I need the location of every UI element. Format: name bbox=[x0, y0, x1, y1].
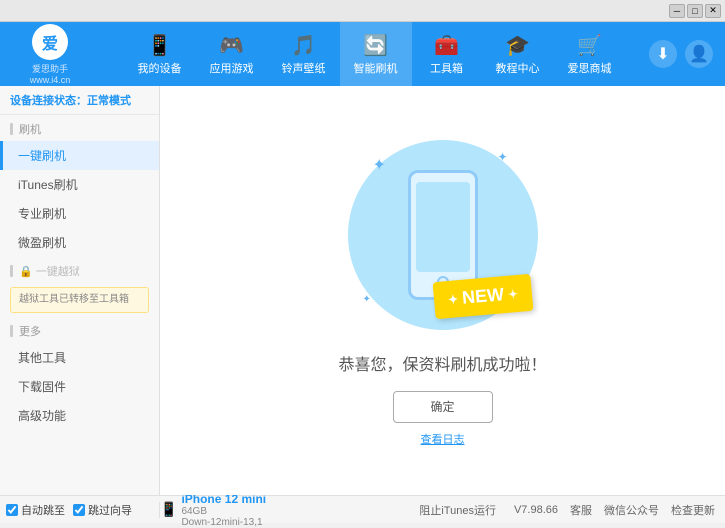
sidebar: 设备连接状态：正常模式 刷机 一键刷机 iTunes刷机 专业刷机 微盈刷机 🔒… bbox=[0, 86, 160, 495]
sidebar-itunes-flash[interactable]: iTunes刷机 bbox=[0, 170, 159, 199]
customer-service-link[interactable]: 客服 bbox=[570, 502, 592, 518]
download-btn[interactable]: ⬇ bbox=[649, 40, 677, 68]
itunes-status: 阻止iTunes运行 bbox=[413, 502, 502, 518]
nav-items: 📱 我的设备 🎮 应用游戏 🎵 铃声壁纸 🔄 智能刷机 🧰 工具箱 🎓 教程中心… bbox=[100, 22, 649, 86]
phone-screen bbox=[416, 182, 470, 272]
bottom-bar: 自动跳至 跳过向导 📱 iPhone 12 mini 64GB Down-12m… bbox=[0, 495, 725, 523]
device-text: iPhone 12 mini 64GB Down-12mini-13,1 bbox=[181, 492, 266, 528]
sidebar-other-tools[interactable]: 其他工具 bbox=[0, 343, 159, 372]
status-bar-top: 设备连接状态：正常模式 bbox=[0, 86, 159, 115]
toolbox-icon: 🧰 bbox=[434, 33, 459, 58]
version-text: V7.98.66 bbox=[514, 504, 558, 516]
skip-wizard-input[interactable] bbox=[73, 504, 85, 516]
star-2: ✦ bbox=[497, 150, 507, 164]
nav-store[interactable]: 🛒 爱思商城 bbox=[554, 22, 626, 86]
jailbreak-warning: 越狱工具已转移至工具箱 bbox=[10, 287, 149, 313]
nav-my-device[interactable]: 📱 我的设备 bbox=[124, 22, 196, 86]
device-info-row: 📱 iPhone 12 mini 64GB Down-12mini-13,1 bbox=[160, 496, 266, 523]
view-log-link[interactable]: 查看日志 bbox=[421, 431, 465, 447]
status-label: 设备连接状态： bbox=[10, 95, 87, 107]
sidebar-micro-flash[interactable]: 微盈刷机 bbox=[0, 228, 159, 257]
nav-ringtones[interactable]: 🎵 铃声壁纸 bbox=[268, 22, 340, 86]
bottom-left: 自动跳至 跳过向导 bbox=[0, 502, 160, 518]
nav-smart-flash-label: 智能刷机 bbox=[354, 60, 398, 76]
user-btn[interactable]: 👤 bbox=[685, 40, 713, 68]
tutorials-icon: 🎓 bbox=[505, 33, 530, 58]
logo-icon: 爱 bbox=[32, 24, 68, 60]
nav-toolbox-label: 工具箱 bbox=[430, 60, 463, 76]
phone-illustration: ✦ ✦ ✦ NEW bbox=[343, 135, 543, 335]
section-label-jailbreak: 🔒 一键越狱 bbox=[0, 257, 159, 283]
nav-right: ⬇ 👤 bbox=[649, 40, 725, 68]
nav-toolbox[interactable]: 🧰 工具箱 bbox=[412, 22, 482, 86]
logo-line2: www.i4.cn bbox=[30, 75, 71, 85]
nav-apps-games[interactable]: 🎮 应用游戏 bbox=[196, 22, 268, 86]
check-update-link[interactable]: 检查更新 bbox=[671, 502, 715, 518]
my-device-icon: 📱 bbox=[147, 33, 172, 58]
device-firmware: Down-12mini-13,1 bbox=[181, 517, 266, 528]
minimize-btn[interactable]: ─ bbox=[669, 4, 685, 18]
content-area: ✦ ✦ ✦ NEW 恭喜您，保资料刷机成功啦！ 确定 查看日志 bbox=[160, 86, 725, 495]
store-icon: 🛒 bbox=[577, 33, 602, 58]
bottom-right: 阻止iTunes运行 V7.98.66 客服 微信公众号 检查更新 bbox=[266, 502, 725, 518]
nav-ringtones-label: 铃声壁纸 bbox=[282, 60, 326, 76]
status-value: 正常模式 bbox=[87, 95, 131, 107]
confirm-button[interactable]: 确定 bbox=[393, 391, 493, 423]
section-label-more: 更多 bbox=[0, 317, 159, 343]
nav-store-label: 爱思商城 bbox=[568, 60, 612, 76]
auto-jump-input[interactable] bbox=[6, 504, 18, 516]
star-3: ✦ bbox=[363, 294, 371, 305]
sidebar-advanced[interactable]: 高级功能 bbox=[0, 401, 159, 430]
nav-tutorials[interactable]: 🎓 教程中心 bbox=[482, 22, 554, 86]
sidebar-pro-flash[interactable]: 专业刷机 bbox=[0, 199, 159, 228]
nav-apps-games-label: 应用游戏 bbox=[210, 60, 254, 76]
new-badge: NEW bbox=[433, 273, 534, 318]
nav-my-device-label: 我的设备 bbox=[138, 60, 182, 76]
close-btn[interactable]: ✕ bbox=[705, 4, 721, 18]
device-capacity: 64GB bbox=[181, 506, 266, 517]
header: 爱 爱思助手 www.i4.cn 📱 我的设备 🎮 应用游戏 🎵 铃声壁纸 🔄 … bbox=[0, 22, 725, 86]
title-bar: ─ □ ✕ bbox=[0, 0, 725, 22]
logo-area: 爱 爱思助手 www.i4.cn bbox=[0, 24, 100, 85]
sidebar-download-firmware[interactable]: 下载固件 bbox=[0, 372, 159, 401]
skip-wizard-checkbox[interactable]: 跳过向导 bbox=[73, 502, 132, 518]
auto-jump-checkbox[interactable]: 自动跳至 bbox=[6, 502, 65, 518]
apps-games-icon: 🎮 bbox=[219, 33, 244, 58]
star-1: ✦ bbox=[373, 155, 386, 175]
nav-smart-flash[interactable]: 🔄 智能刷机 bbox=[340, 22, 412, 86]
sidebar-one-click-flash[interactable]: 一键刷机 bbox=[0, 141, 159, 170]
device-phone-icon: 📱 bbox=[160, 501, 177, 518]
nav-tutorials-label: 教程中心 bbox=[496, 60, 540, 76]
success-text: 恭喜您，保资料刷机成功啦！ bbox=[338, 351, 546, 375]
smart-flash-icon: 🔄 bbox=[363, 33, 388, 58]
section-label-flash: 刷机 bbox=[0, 115, 159, 141]
main-area: 设备连接状态：正常模式 刷机 一键刷机 iTunes刷机 专业刷机 微盈刷机 🔒… bbox=[0, 86, 725, 495]
maximize-btn[interactable]: □ bbox=[687, 4, 703, 18]
wechat-link[interactable]: 微信公众号 bbox=[604, 502, 659, 518]
logo-line1: 爱思助手 bbox=[32, 62, 68, 75]
ringtones-icon: 🎵 bbox=[291, 33, 316, 58]
